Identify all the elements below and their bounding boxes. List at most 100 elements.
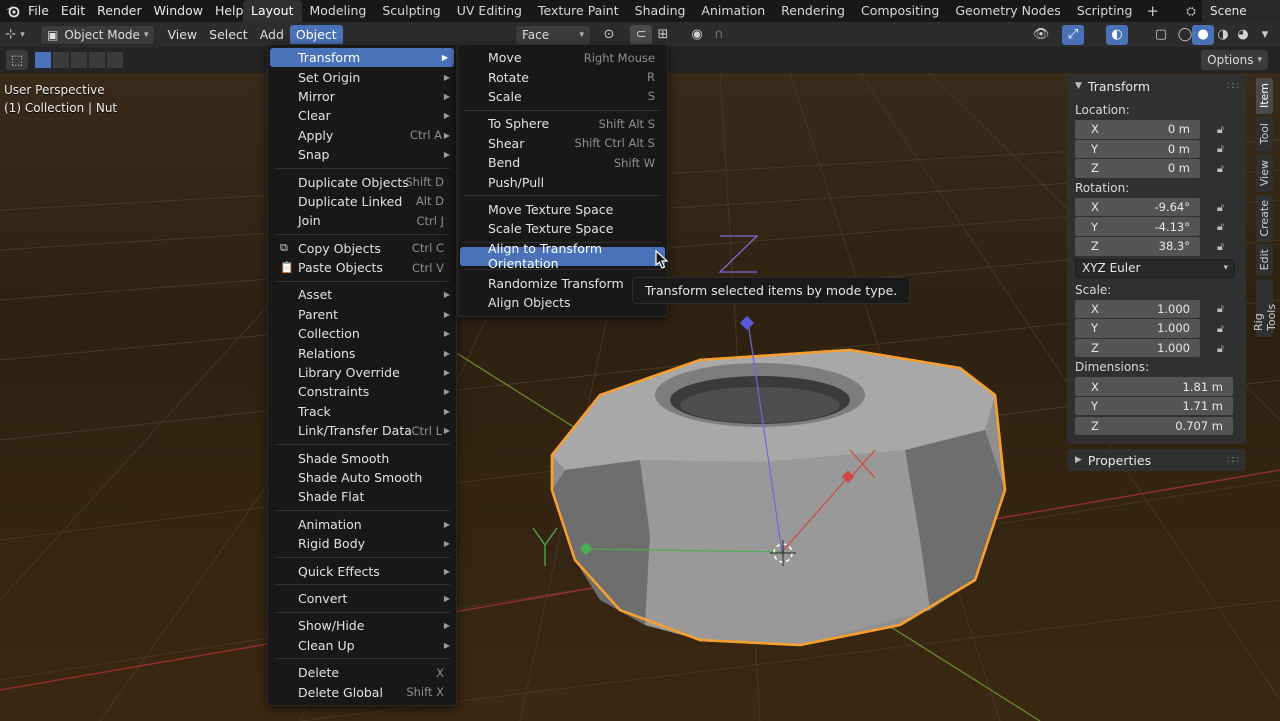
select-subtract-icon[interactable] xyxy=(70,51,88,69)
menu-file[interactable]: File xyxy=(28,0,59,22)
lock-icon[interactable]: 🔓︎ xyxy=(1200,342,1224,356)
shading-options-icon[interactable]: ▾ xyxy=(1254,25,1276,45)
object-menu-item-duplicate-linked[interactable]: Duplicate Linked Alt D xyxy=(268,192,456,211)
proportional-edit-icon[interactable]: ◉ xyxy=(686,25,708,45)
xray-toggle-icon[interactable]: ▢ xyxy=(1150,25,1172,45)
overlays-toggle-icon[interactable]: ◐ xyxy=(1106,24,1128,45)
sidebar-tab-rig-tools[interactable]: Rig Tools xyxy=(1252,279,1278,337)
object-menu-item-transform[interactable]: Transform ▶ xyxy=(270,48,454,68)
object-menu-item-snap[interactable]: Snap ▶ xyxy=(268,145,456,164)
object-menu-item-rigid-body[interactable]: Rigid Body ▶ xyxy=(268,534,456,553)
rotation-mode-select[interactable]: XYZ Euler ▾ xyxy=(1075,258,1235,278)
object-menu-item-clear[interactable]: Clear ▶ xyxy=(268,106,456,125)
dimensions-y-field[interactable]: Y 1.71 m xyxy=(1075,396,1233,416)
object-menu-item-collection[interactable]: Collection ▶ xyxy=(268,324,456,343)
select-invert-icon[interactable] xyxy=(88,51,106,69)
transform-menu-item-move-texture-space[interactable]: Move Texture Space xyxy=(458,200,667,219)
object-menu-item-relations[interactable]: Relations ▶ xyxy=(268,343,456,362)
scale-y-field[interactable]: Y 1.000 xyxy=(1075,319,1200,338)
drag-grip-icon[interactable]: ∷∷ xyxy=(1227,81,1239,92)
object-menu-item-shade-auto-smooth[interactable]: Shade Auto Smooth xyxy=(268,468,456,487)
select-intersect-icon[interactable] xyxy=(106,51,124,69)
object-menu-item-show-hide[interactable]: Show/Hide ▶ xyxy=(268,616,456,635)
rotation-x-field[interactable]: X -9.64° xyxy=(1075,197,1200,217)
object-menu-item-copy-objects[interactable]: ⧉ Copy Objects Ctrl C xyxy=(268,239,456,258)
tab-compositing[interactable]: Compositing xyxy=(853,0,947,22)
location-y-field[interactable]: Y 0 m xyxy=(1075,139,1200,159)
select-extend-icon[interactable] xyxy=(52,51,70,69)
gizmo-toggle-icon[interactable]: ⤢ xyxy=(1062,24,1084,45)
snap-target-selector[interactable]: Face ▾ xyxy=(515,24,591,45)
falloff-curve-icon[interactable]: ∩ xyxy=(708,25,730,45)
object-menu-item-mirror[interactable]: Mirror ▶ xyxy=(268,87,456,106)
scale-x-field[interactable]: X 1.000 xyxy=(1075,299,1200,319)
object-menu-item-constraints[interactable]: Constraints ▶ xyxy=(268,382,456,401)
rotation-z-field[interactable]: Z 38.3° xyxy=(1075,237,1200,256)
editor-type-icon[interactable]: ⊹ ▾ xyxy=(4,25,26,45)
object-menu-item-duplicate-objects[interactable]: Duplicate Objects Shift D xyxy=(268,172,456,191)
snap-magnet-icon[interactable]: ⊂ xyxy=(630,24,652,45)
tab-sculpting[interactable]: Sculpting xyxy=(374,0,448,22)
lock-icon[interactable]: 🔓︎ xyxy=(1200,201,1224,215)
sidebar-tab-tool[interactable]: Tool xyxy=(1256,117,1273,151)
transform-menu-item-to-sphere[interactable]: To Sphere Shift Alt S xyxy=(458,114,667,133)
object-menu-item-animation[interactable]: Animation ▶ xyxy=(268,515,456,534)
menu-select[interactable]: Select xyxy=(203,25,254,45)
menu-edit[interactable]: Edit xyxy=(61,0,95,22)
tab-layout[interactable]: Layout xyxy=(243,0,302,22)
object-menu-item-library-override[interactable]: Library Override ▶ xyxy=(268,363,456,382)
transform-panel-header[interactable]: ▼ Transform ∷∷ xyxy=(1067,75,1246,97)
object-menu-item-track[interactable]: Track ▶ xyxy=(268,402,456,421)
scene-name-field[interactable]: Scene xyxy=(1202,0,1280,22)
object-menu-item-quick-effects[interactable]: Quick Effects ▶ xyxy=(268,561,456,580)
transform-menu-item-align-to-transform-orientation[interactable]: Align to Transform Orientation xyxy=(460,241,665,271)
dimensions-z-field[interactable]: Z 0.707 m xyxy=(1075,416,1233,436)
object-menu-item-paste-objects[interactable]: 📋 Paste Objects Ctrl V xyxy=(268,258,456,277)
menu-object[interactable]: Object xyxy=(289,24,343,45)
scale-z-field[interactable]: Z 1.000 xyxy=(1075,338,1200,358)
transform-menu-item-scale[interactable]: Scale S xyxy=(458,87,667,106)
drag-grip-icon[interactable]: ∷∷ xyxy=(1227,455,1239,466)
scene-icon[interactable]: ⛭ xyxy=(1180,4,1202,19)
pivot-point-icon[interactable]: ⊙ xyxy=(598,25,620,45)
shading-rendered-icon[interactable]: ◕ xyxy=(1232,25,1254,45)
menu-add[interactable]: Add xyxy=(254,25,290,45)
nut-mesh[interactable] xyxy=(550,348,1007,647)
snap-increment-icon[interactable]: ⊞ xyxy=(652,25,674,45)
menu-view[interactable]: View xyxy=(161,25,203,45)
object-menu-item-join[interactable]: Join Ctrl J xyxy=(268,211,456,230)
tab-animation[interactable]: Animation xyxy=(693,0,773,22)
dimensions-x-field[interactable]: X 1.81 m xyxy=(1075,377,1233,396)
tab-geometry-nodes[interactable]: Geometry Nodes xyxy=(947,0,1068,22)
object-menu-item-clean-up[interactable]: Clean Up ▶ xyxy=(268,636,456,655)
mode-selector[interactable]: ▣ Object Mode ▾ xyxy=(40,24,156,45)
lock-icon[interactable]: 🔓︎ xyxy=(1200,322,1224,336)
tab-rendering[interactable]: Rendering xyxy=(773,0,853,22)
object-menu-item-asset[interactable]: Asset ▶ xyxy=(268,285,456,304)
shading-solid-icon[interactable]: ● xyxy=(1192,24,1214,45)
transform-menu-item-rotate[interactable]: Rotate R xyxy=(458,67,667,86)
properties-panel-header[interactable]: ▶ Properties ∷∷ xyxy=(1067,449,1246,471)
object-menu-item-link-transfer-data[interactable]: Link/Transfer Data Ctrl L ▶ xyxy=(268,421,456,440)
object-menu-item-delete[interactable]: Delete X xyxy=(268,663,456,682)
location-x-field[interactable]: X 0 m xyxy=(1075,120,1200,139)
lock-icon[interactable]: 🔓︎ xyxy=(1200,240,1224,254)
tab-shading[interactable]: Shading xyxy=(627,0,694,22)
transform-menu-item-bend[interactable]: Bend Shift W xyxy=(458,153,667,172)
tab-modeling[interactable]: Modeling xyxy=(302,0,375,22)
menu-render[interactable]: Render xyxy=(97,0,152,22)
transform-menu-item-shear[interactable]: Shear Shift Ctrl Alt S xyxy=(458,134,667,153)
transform-menu-item-push-pull[interactable]: Push/Pull xyxy=(458,172,667,191)
object-menu-item-parent[interactable]: Parent ▶ xyxy=(268,305,456,324)
sidebar-tab-create[interactable]: Create xyxy=(1256,195,1273,241)
tab-uv-editing[interactable]: UV Editing xyxy=(449,0,530,22)
sidebar-tab-view[interactable]: View xyxy=(1256,154,1273,192)
blender-logo-icon[interactable] xyxy=(0,0,26,22)
lock-icon[interactable]: 🔓︎ xyxy=(1200,302,1224,316)
sidebar-tab-edit[interactable]: Edit xyxy=(1256,244,1273,276)
lock-icon[interactable]: 🔓︎ xyxy=(1200,123,1224,137)
object-menu-item-convert[interactable]: Convert ▶ xyxy=(268,589,456,608)
location-z-field[interactable]: Z 0 m xyxy=(1075,159,1200,178)
add-workspace-button[interactable]: + xyxy=(1140,0,1165,22)
rotation-y-field[interactable]: Y -4.13° xyxy=(1075,217,1200,236)
